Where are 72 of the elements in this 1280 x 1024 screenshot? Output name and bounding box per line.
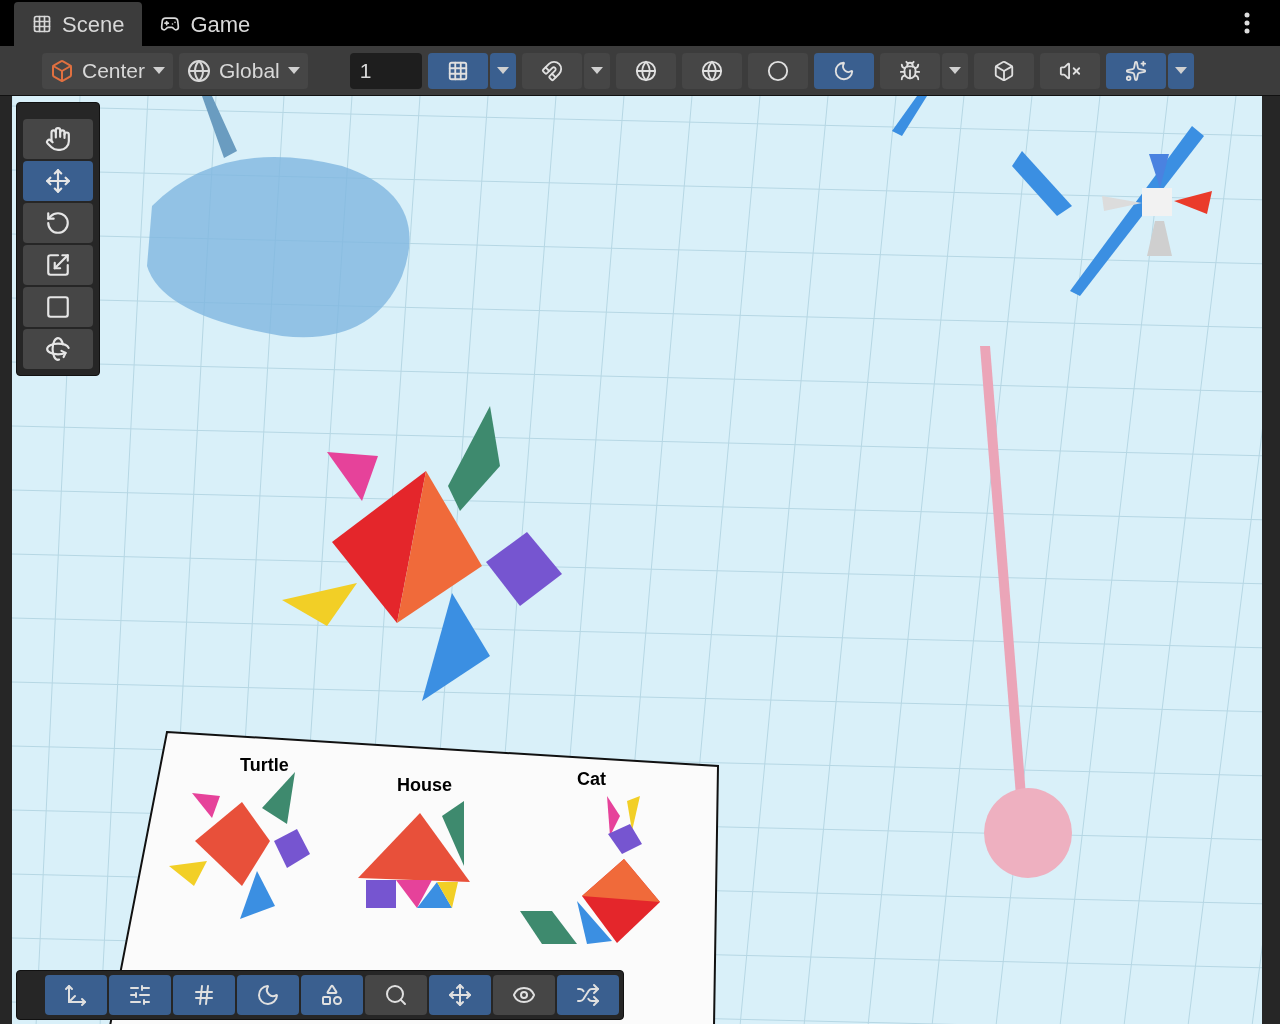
- sliders-icon: [128, 983, 152, 1007]
- space-dropdown[interactable]: Global: [179, 52, 308, 89]
- grid-size-field[interactable]: 1: [349, 52, 422, 89]
- move-icon: [64, 983, 88, 1007]
- grid-icon: [32, 14, 52, 34]
- shapes-icon: [320, 983, 344, 1007]
- move-icon: [448, 983, 472, 1007]
- dropdown-button[interactable]: [1167, 52, 1194, 89]
- moon-icon: [832, 59, 855, 82]
- overlay-button[interactable]: [429, 975, 491, 1015]
- tool-button[interactable]: [23, 161, 93, 201]
- rotate-icon: [45, 210, 71, 236]
- transform-icon: [45, 336, 71, 362]
- globe-icon: [634, 59, 657, 82]
- bug-icon: [898, 59, 921, 82]
- dropdown-caret-icon: [948, 66, 961, 75]
- toolbar-toggle[interactable]: [615, 52, 676, 89]
- card-label: Turtle: [240, 754, 289, 777]
- overlay-button[interactable]: [109, 975, 171, 1015]
- dropdown-button[interactable]: [583, 52, 610, 89]
- moon-icon: [256, 983, 280, 1007]
- dropdown-button[interactable]: [941, 52, 968, 89]
- toolbar-toggle[interactable]: [973, 52, 1034, 89]
- card-label: Cat: [577, 768, 606, 791]
- tool-button[interactable]: [23, 245, 93, 285]
- more-options-icon[interactable]: [1244, 12, 1250, 34]
- search-icon: [384, 983, 408, 1007]
- globe-icon: [187, 58, 212, 83]
- toolbar-toggle[interactable]: [681, 52, 742, 89]
- circle-icon: [766, 59, 789, 82]
- dropdown-caret-icon: [590, 66, 603, 75]
- overlay-button[interactable]: [365, 975, 427, 1015]
- hand-icon: [45, 126, 71, 152]
- pivot-dropdown[interactable]: Center: [42, 52, 174, 89]
- pole-drawing: [202, 96, 237, 158]
- toolbar-toggle[interactable]: [427, 52, 488, 89]
- toolbar-toggle[interactable]: [521, 52, 582, 89]
- dropdown-caret-icon: [153, 66, 166, 75]
- shuffle-icon: [576, 983, 600, 1007]
- toolbar-toggle[interactable]: [813, 52, 874, 89]
- overlay-button[interactable]: [173, 975, 235, 1015]
- overlay-button[interactable]: [301, 975, 363, 1015]
- dropdown-caret-icon: [496, 66, 509, 75]
- scale-icon: [45, 252, 71, 278]
- move-icon: [45, 168, 71, 194]
- overlay-button[interactable]: [557, 975, 619, 1015]
- overlay-button[interactable]: [45, 975, 107, 1015]
- dropdown-caret-icon: [1174, 66, 1187, 75]
- card-label: House: [397, 774, 452, 797]
- grid-icon: [192, 983, 216, 1007]
- tool-button[interactable]: [23, 287, 93, 327]
- gamepad-icon: [160, 14, 181, 34]
- dropdown-button[interactable]: [489, 52, 516, 89]
- dropdown-caret-icon: [287, 66, 300, 75]
- magnet-icon: [540, 59, 563, 82]
- cube-icon: [992, 59, 1015, 82]
- scene-viewport[interactable]: Turtle House Cat: [12, 96, 1262, 1024]
- toolbar-toggle[interactable]: [1105, 52, 1166, 89]
- overlay-button[interactable]: [493, 975, 555, 1015]
- rect-icon: [45, 294, 71, 320]
- overlay-button[interactable]: [237, 975, 299, 1015]
- toolbar-toggle[interactable]: [879, 52, 940, 89]
- toolbar-toggle[interactable]: [1039, 52, 1100, 89]
- grid-icon: [446, 59, 469, 82]
- sparkles-icon: [1124, 59, 1147, 82]
- cube-icon: [50, 58, 74, 83]
- toolbar-toggle[interactable]: [747, 52, 808, 89]
- globe-icon: [700, 59, 723, 82]
- tool-button[interactable]: [23, 203, 93, 243]
- tool-button[interactable]: [23, 119, 93, 159]
- tab[interactable]: Scene: [14, 2, 143, 46]
- tool-button[interactable]: [23, 329, 93, 369]
